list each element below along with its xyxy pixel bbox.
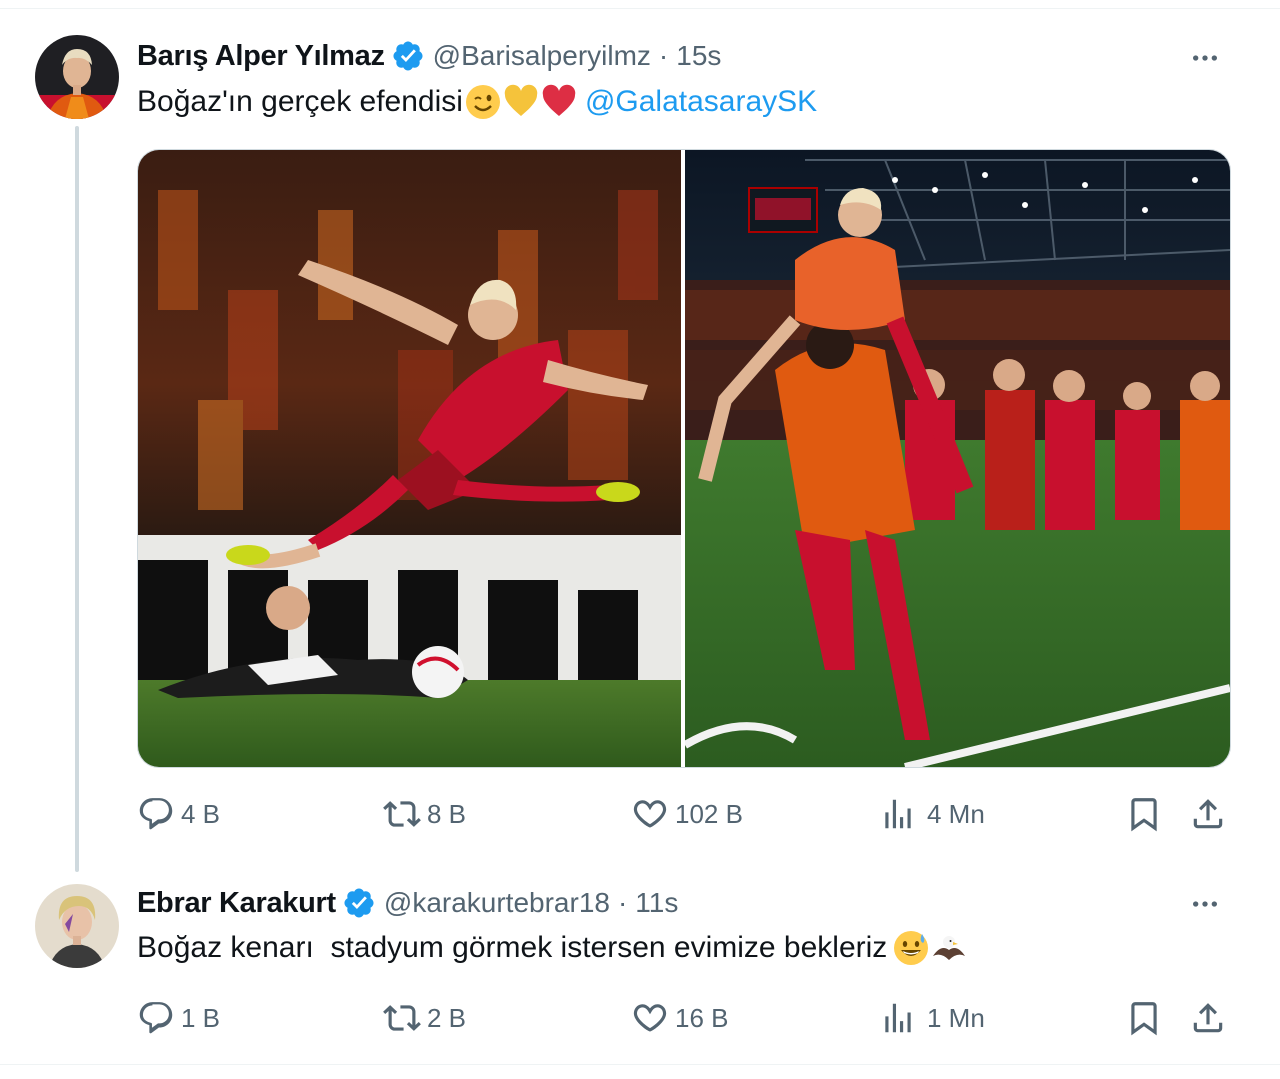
reply-icon	[139, 798, 173, 830]
retweet-icon	[383, 801, 421, 827]
views-count: 1 Mn	[927, 1002, 985, 1033]
like-button[interactable]: 102 B	[631, 792, 743, 836]
photo-2[interactable]	[685, 150, 1230, 767]
handle[interactable]: @Barisalperyilmz	[433, 40, 651, 72]
avatar[interactable]	[35, 35, 119, 119]
tweet-header: Ebrar Karakurt @karakurtebrar18 · 11s	[137, 885, 678, 921]
timestamp[interactable]: 11s	[635, 887, 678, 919]
analytics-icon	[885, 799, 911, 829]
tweet-actions: 1 B 2 B 16 B 1 Mn	[137, 996, 1229, 1040]
thread-connector	[75, 126, 79, 872]
retweet-count: 2 B	[427, 1002, 467, 1033]
reply-count: 4 B	[181, 798, 221, 829]
tweet-actions: 4 B 8 B 102 B 4 Mn	[137, 792, 1229, 836]
red-heart-icon	[541, 84, 577, 120]
like-button[interactable]: 16 B	[631, 996, 729, 1040]
heart-icon	[633, 1004, 667, 1032]
views-button[interactable]: 4 Mn	[879, 792, 985, 836]
handle[interactable]: @karakurtebrar18	[384, 887, 610, 919]
like-count: 16 B	[675, 1002, 729, 1033]
heart-icon	[633, 800, 667, 828]
yellow-heart-icon	[503, 84, 539, 120]
timestamp[interactable]: 15s	[676, 40, 721, 72]
avatar[interactable]	[35, 884, 119, 968]
display-name[interactable]: Barış Alper Yılmaz	[137, 40, 385, 73]
tweet-2[interactable]: Ebrar Karakurt @karakurtebrar18 · 11s Bo…	[0, 868, 1280, 1064]
retweet-button[interactable]: 8 B	[383, 792, 466, 836]
bookmark-button[interactable]	[1125, 792, 1163, 836]
views-count: 4 Mn	[927, 798, 985, 829]
display-name[interactable]: Ebrar Karakurt	[137, 887, 336, 920]
views-button[interactable]: 1 Mn	[879, 996, 985, 1040]
tweet-text: Boğaz'ın gerçek efendisi @GalatasaraySK	[137, 84, 817, 120]
winking-face-icon	[465, 84, 501, 120]
separator-dot: ·	[617, 887, 628, 918]
more-options-icon[interactable]	[1187, 40, 1223, 76]
verified-badge-icon	[391, 39, 425, 73]
eagle-icon	[931, 930, 967, 966]
reply-icon	[139, 1002, 173, 1034]
share-icon	[1193, 1003, 1223, 1033]
reply-button[interactable]: 1 B	[137, 996, 220, 1040]
bookmark-icon	[1131, 1002, 1157, 1036]
like-count: 102 B	[675, 798, 743, 829]
tweet-1[interactable]: Barış Alper Yılmaz @Barisalperyilmz · 15…	[0, 0, 1280, 872]
bookmark-button[interactable]	[1125, 996, 1163, 1040]
share-button[interactable]	[1189, 792, 1227, 836]
tweet-body: Boğaz'ın gerçek efendisi	[137, 85, 463, 118]
tweet-header: Barış Alper Yılmaz @Barisalperyilmz · 15…	[137, 38, 721, 74]
retweet-icon	[383, 1005, 421, 1031]
mention-link[interactable]: @GalatasaraySK	[585, 85, 817, 119]
tweet-text: Boğaz kenarı stadyum görmek istersen evi…	[137, 930, 967, 966]
bottom-divider	[0, 1064, 1280, 1079]
reply-button[interactable]: 4 B	[137, 792, 220, 836]
grinning-sweat-face-icon	[893, 930, 929, 966]
tweet-body: Boğaz kenarı stadyum görmek istersen evi…	[137, 931, 888, 964]
analytics-icon	[885, 1003, 911, 1033]
photo-1[interactable]	[138, 150, 685, 767]
verified-badge-icon	[342, 886, 376, 920]
bookmark-icon	[1131, 798, 1157, 832]
separator-dot: ·	[658, 40, 669, 71]
more-options-icon[interactable]	[1187, 886, 1223, 922]
share-icon	[1193, 799, 1223, 829]
retweet-count: 8 B	[427, 798, 467, 829]
media-grid	[137, 149, 1231, 768]
share-button[interactable]	[1189, 996, 1227, 1040]
retweet-button[interactable]: 2 B	[383, 996, 466, 1040]
reply-count: 1 B	[181, 1002, 221, 1033]
